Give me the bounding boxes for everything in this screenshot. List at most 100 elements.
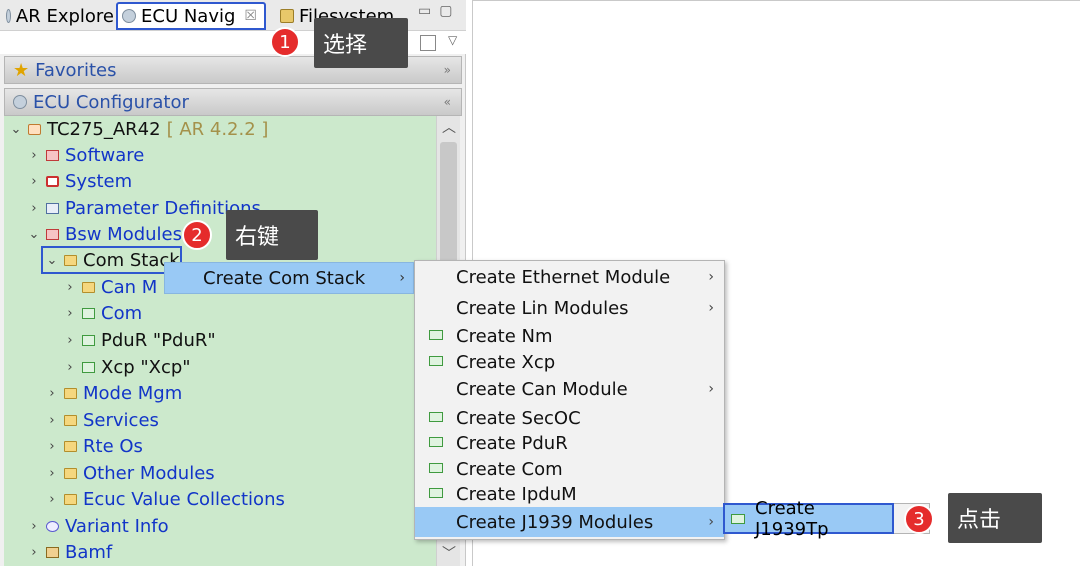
module-icon (429, 463, 443, 473)
tree-item-other-modules[interactable]: › Other Modules (46, 460, 215, 486)
tree-item-bamf[interactable]: › Bamf (28, 539, 112, 565)
chevron-right-icon[interactable]: › (46, 386, 58, 401)
chevron-right-icon[interactable]: › (28, 519, 40, 534)
chevron-right-icon[interactable]: › (64, 306, 76, 321)
tab-label: ECU Navig (141, 5, 236, 27)
annotation-callout-2: 右键 (226, 210, 318, 260)
tree-item-label: Variant Info (65, 515, 169, 537)
menu-item-create-j1939-modules[interactable]: Create J1939 Modules › (415, 507, 724, 537)
tree-item-bsw-modules[interactable]: ⌄ Bsw Modules (28, 221, 182, 247)
tree-item-label: PduR "PduR" (101, 329, 216, 351)
tree-item-label: Bamf (65, 541, 113, 563)
chevron-down-icon[interactable]: ⌄ (10, 122, 22, 137)
view-menu-icon[interactable]: ▽ (448, 33, 457, 47)
folder-icon (64, 254, 77, 266)
chevron-right-icon: › (708, 381, 714, 397)
menu-item-create-j1939tp[interactable]: Create J1939Tp (723, 498, 894, 540)
module-icon (731, 514, 745, 524)
tab-ar-explorer[interactable]: AR Explore (2, 2, 114, 30)
chevron-right-icon[interactable]: › (28, 148, 40, 163)
chevron-right-icon: › (708, 300, 714, 316)
chevron-right-icon[interactable]: › (28, 174, 40, 189)
chevron-right-icon[interactable]: › (46, 439, 58, 454)
tree-item-com-stack[interactable]: ⌄ Com Stack (46, 247, 180, 273)
chevron-right-icon[interactable]: › (64, 280, 76, 295)
tree-item-ecuc-value-collections[interactable]: › Ecuc Value Collections (46, 486, 285, 512)
menu-item-create-pdur[interactable]: Create PduR (415, 430, 724, 456)
ar-explorer-icon (6, 9, 11, 23)
ecu-configurator-label: ECU Configurator (33, 91, 189, 113)
menu-item-create-can-module[interactable]: Create Can Module › (415, 376, 724, 402)
ecu-project-icon (28, 123, 41, 135)
chevron-right-icon[interactable]: › (28, 201, 40, 216)
chevron-right-icon[interactable]: › (46, 413, 58, 428)
menu-item-create-com-stack[interactable]: Create Com Stack › (164, 262, 414, 294)
menu-item-label: Create Nm (456, 325, 553, 347)
menu-item-create-secoc[interactable]: Create SecOC (415, 405, 724, 431)
menu-item-create-lin-modules[interactable]: Create Lin Modules › (415, 295, 724, 321)
tree-item-system[interactable]: › System (28, 168, 132, 194)
chevron-down-icon[interactable]: ⌄ (46, 253, 58, 268)
tree-item-label: Xcp "Xcp" (101, 356, 191, 378)
collapse-section-icon[interactable]: « (444, 95, 451, 109)
menu-item-create-nm[interactable]: Create Nm (415, 323, 724, 349)
menu-item-create-ethernet-module[interactable]: Create Ethernet Module › (415, 264, 724, 290)
chevron-right-icon[interactable]: › (28, 545, 40, 560)
chevron-right-icon[interactable]: › (46, 492, 58, 507)
menu-item-label: Create Com (456, 458, 563, 480)
tree-item-label: System (65, 170, 133, 192)
tab-ecu-navigator[interactable]: ECU Navig ☒ (116, 2, 266, 30)
version-label: [ AR 4.2.2 ] (166, 118, 269, 140)
folder-icon (64, 467, 77, 479)
tree-item-services[interactable]: › Services (46, 407, 159, 433)
module-icon (429, 356, 443, 366)
star-icon: ★ (13, 59, 30, 81)
tree-item-pdur[interactable]: › PduR "PduR" (64, 327, 216, 353)
menu-item-create-xcp[interactable]: Create Xcp (415, 349, 724, 375)
scroll-up-icon[interactable]: ︿ (437, 116, 461, 140)
chevron-right-icon[interactable]: › (64, 333, 76, 348)
chevron-right-icon[interactable]: › (46, 466, 58, 481)
tree-item-label: Ecuc Value Collections (83, 488, 285, 510)
ecu-configurator-icon (13, 95, 27, 109)
menu-item-create-com[interactable]: Create Com (415, 456, 724, 482)
view-window-buttons[interactable]: ▭▢ (418, 3, 460, 19)
module-icon (82, 307, 95, 319)
expand-section-icon[interactable]: » (444, 63, 451, 77)
step-badge-2: 2 (182, 220, 212, 250)
tree-item-xcp[interactable]: › Xcp "Xcp" (64, 354, 191, 380)
software-icon (46, 149, 59, 161)
tree-item-label: Can M (101, 276, 158, 298)
variant-info-icon (46, 520, 59, 532)
tree-item-mode-mgm[interactable]: › Mode Mgm (46, 380, 182, 406)
chevron-right-icon[interactable]: › (64, 360, 76, 375)
close-icon[interactable]: ☒ (244, 8, 257, 24)
tree-item-label: Services (83, 409, 159, 431)
menu-item-label: Create Can Module (456, 378, 628, 400)
chevron-right-icon: › (708, 269, 714, 285)
tree-item-variant-info[interactable]: › Variant Info (28, 513, 169, 539)
tree-item-software[interactable]: › Software (28, 142, 144, 168)
tree-item-rte-os[interactable]: › Rte Os (46, 433, 143, 459)
parameter-definitions-icon (46, 202, 59, 214)
module-icon (429, 330, 443, 340)
chevron-right-icon: › (708, 514, 714, 530)
module-icon (429, 488, 443, 498)
filter-icon[interactable] (420, 35, 436, 51)
tree-item-label: Other Modules (83, 462, 215, 484)
menu-item-create-ipdum[interactable]: Create IpduM (415, 481, 724, 507)
scroll-down-icon[interactable]: ﹀ (437, 542, 461, 566)
tree-item-label: Rte Os (83, 435, 143, 457)
tree-item-com[interactable]: › Com (64, 300, 142, 326)
annotation-callout-1: 选择 (314, 18, 408, 68)
chevron-down-icon[interactable]: ⌄ (28, 227, 40, 242)
menu-item-label: Create J1939 Modules (456, 511, 654, 533)
ecu-configurator-section-header[interactable]: ECU Configurator « (4, 88, 462, 116)
tree-item-label: Mode Mgm (83, 382, 183, 404)
tree-item-root[interactable]: ⌄ TC275_AR42 [ AR 4.2.2 ] (10, 116, 269, 142)
tab-label: AR Explore (15, 5, 114, 27)
tree-item-label: TC275_AR42 (47, 118, 161, 140)
filesystem-icon (280, 9, 294, 23)
folder-icon (64, 387, 77, 399)
tree-item-can-m[interactable]: › Can M (64, 274, 157, 300)
